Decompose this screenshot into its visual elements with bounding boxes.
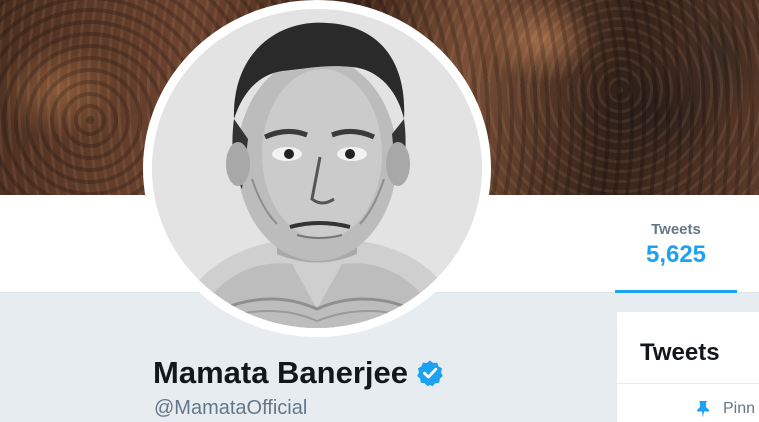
pin-icon — [697, 401, 709, 418]
card-divider — [617, 383, 759, 384]
profile-name-text: Mamata Banerjee — [153, 355, 409, 390]
pinned-tweet-label[interactable]: Pinn — [695, 400, 755, 418]
pinned-label-text: Pinn — [723, 400, 756, 417]
avatar[interactable] — [152, 9, 482, 328]
tweets-timeline-card: Tweets Pinn — [617, 312, 759, 422]
tweets-heading: Tweets — [640, 339, 720, 366]
tweets-stat-count: 5,625 — [645, 241, 707, 268]
avatar-portrait-image — [152, 9, 482, 328]
profile-handle: @MamataOfficial — [154, 397, 308, 419]
verified-badge-icon — [417, 360, 443, 387]
tweets-stat-tab[interactable]: Tweets 5,625 — [615, 195, 737, 293]
tweets-stat-label: Tweets — [651, 221, 701, 238]
profile-name[interactable]: Mamata Banerjee — [153, 355, 444, 391]
